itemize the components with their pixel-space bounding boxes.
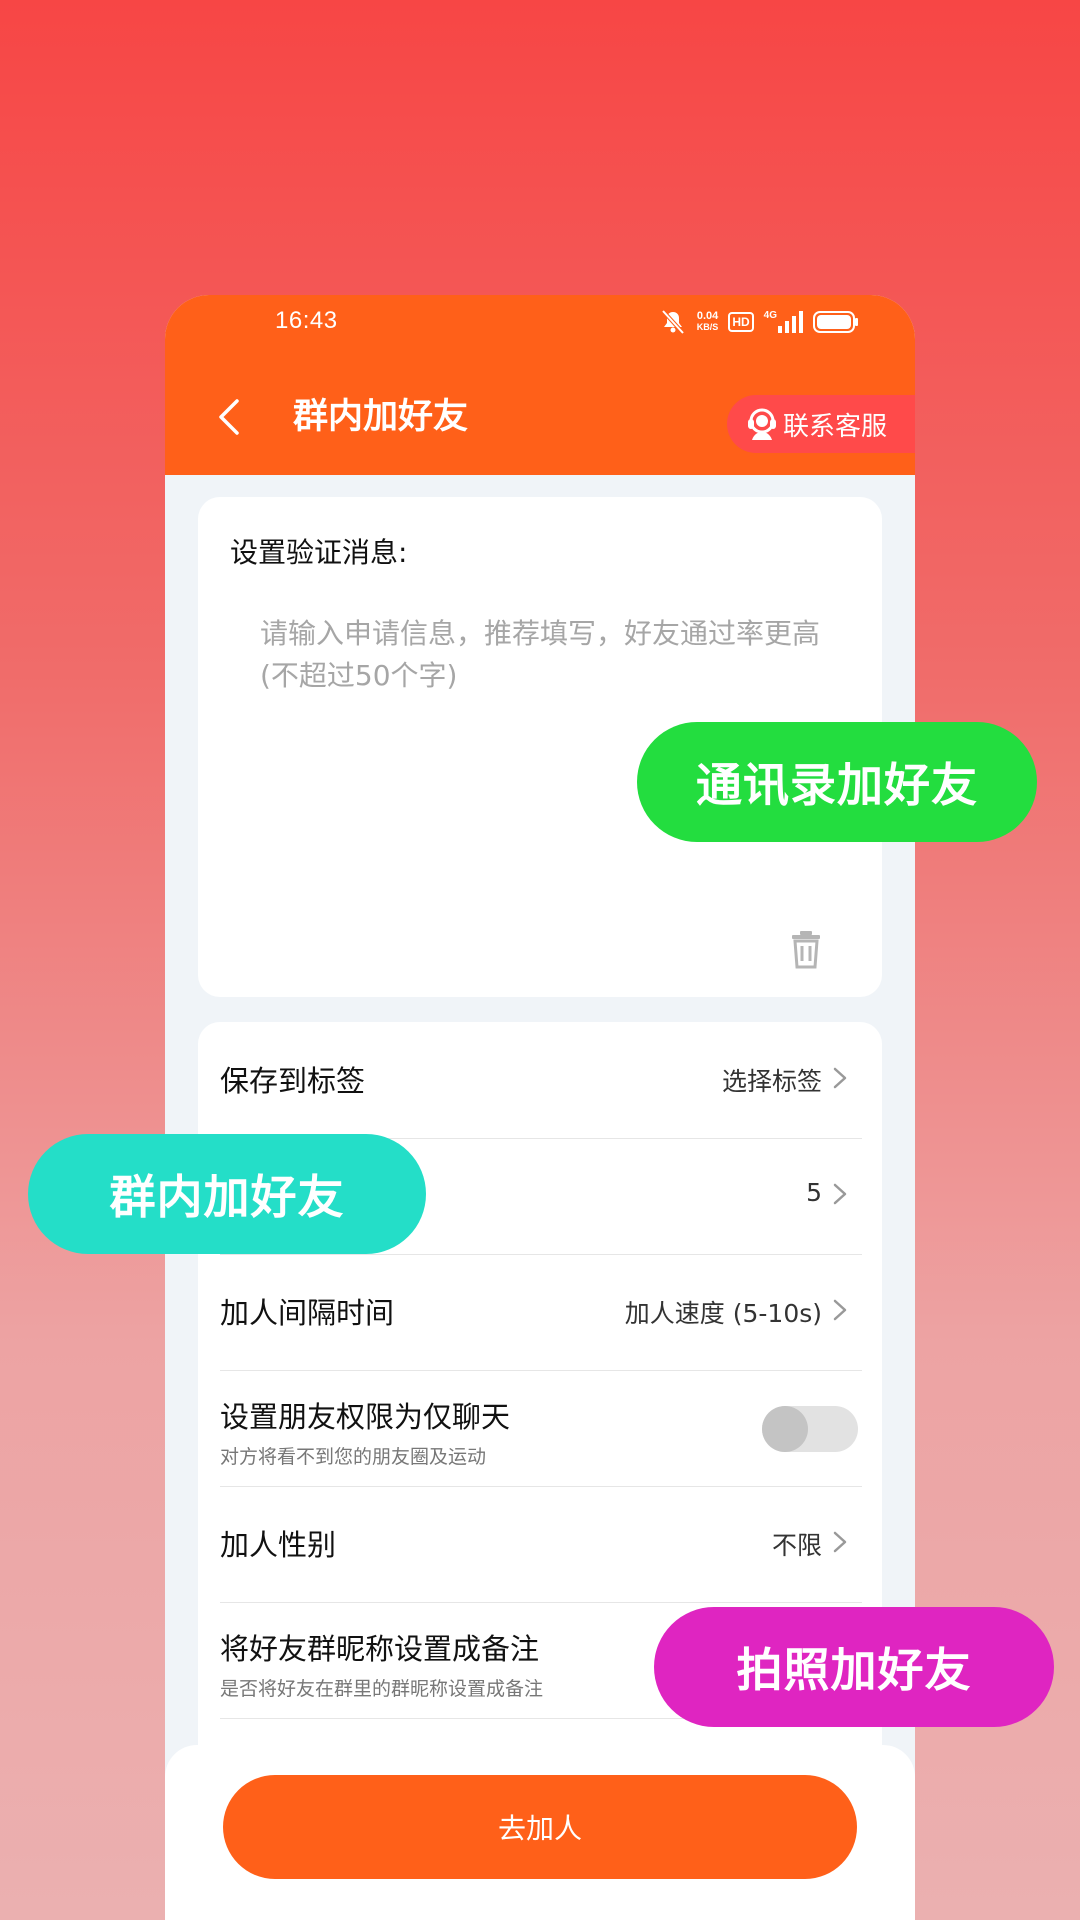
app-header: 16:43 0.04 KB/S HD 4G 群内加好友 联系客服 bbox=[165, 295, 915, 475]
start-adding-button[interactable]: 去加人 bbox=[223, 1775, 857, 1879]
verify-message-title: 设置验证消息: bbox=[230, 536, 408, 569]
nav-bar: 群内加好友 联系客服 bbox=[165, 377, 915, 457]
mute-bell-icon bbox=[659, 309, 687, 335]
network-type: 4G bbox=[763, 310, 777, 321]
status-icons: 0.04 KB/S HD 4G bbox=[659, 307, 859, 337]
speed-value: 0.04 bbox=[696, 310, 719, 322]
back-button[interactable] bbox=[213, 397, 249, 437]
interval-label: 加人间隔时间 bbox=[220, 1296, 395, 1330]
chevron-right-icon bbox=[833, 1531, 847, 1553]
chevron-right-icon bbox=[833, 1299, 847, 1321]
chat-only-label: 设置朋友权限为仅聊天 bbox=[220, 1400, 511, 1434]
gender-row[interactable]: 加人性别 不限 bbox=[220, 1486, 862, 1603]
speed-unit: KB/S bbox=[696, 322, 719, 332]
chevron-right-icon bbox=[833, 1183, 847, 1205]
contact-service-button[interactable]: 联系客服 bbox=[727, 395, 915, 453]
save-to-tag-row[interactable]: 保存到标签 选择标签 bbox=[220, 1022, 862, 1139]
toggle-knob bbox=[762, 1406, 808, 1452]
save-to-tag-label: 保存到标签 bbox=[220, 1064, 366, 1098]
group-nickname-label: 将好友群昵称设置成备注 bbox=[220, 1632, 540, 1666]
page-title: 群内加好友 bbox=[293, 397, 469, 437]
contact-service-label: 联系客服 bbox=[783, 411, 888, 442]
interval-value: 加人速度 (5-10s) bbox=[624, 1299, 822, 1328]
network-speed: 0.04 KB/S bbox=[697, 309, 719, 335]
hd-badge: HD bbox=[728, 309, 754, 335]
trash-icon bbox=[792, 931, 820, 969]
headset-icon bbox=[748, 408, 776, 440]
hd-badge-label: HD bbox=[728, 312, 754, 332]
status-time: 16:43 bbox=[275, 307, 338, 334]
clear-message-button[interactable] bbox=[788, 929, 824, 969]
group-add-friends-pill: 群内加好友 bbox=[28, 1134, 426, 1254]
chat-only-toggle[interactable] bbox=[762, 1406, 858, 1452]
signal-icon: 4G bbox=[764, 309, 803, 335]
chat-only-row: 设置朋友权限为仅聊天 对方将看不到您的朋友圈及运动 bbox=[220, 1370, 862, 1487]
gender-label: 加人性别 bbox=[220, 1528, 337, 1562]
photo-add-friends-pill: 拍照加好友 bbox=[654, 1607, 1054, 1727]
bottom-action-panel: 去加人 bbox=[165, 1745, 915, 1920]
chat-only-sub: 对方将看不到您的朋友圈及运动 bbox=[220, 1446, 487, 1468]
count-value: 5 bbox=[806, 1178, 822, 1207]
save-to-tag-value: 选择标签 bbox=[721, 1067, 822, 1096]
contacts-add-friends-pill: 通讯录加好友 bbox=[637, 722, 1037, 842]
gender-value: 不限 bbox=[771, 1531, 822, 1560]
group-nickname-sub: 是否将好友在群里的群昵称设置成备注 bbox=[220, 1678, 544, 1700]
battery-icon bbox=[813, 309, 859, 335]
chevron-right-icon bbox=[833, 1067, 847, 1089]
chevron-left-icon bbox=[219, 399, 239, 435]
interval-row[interactable]: 加人间隔时间 加人速度 (5-10s) bbox=[220, 1254, 862, 1371]
